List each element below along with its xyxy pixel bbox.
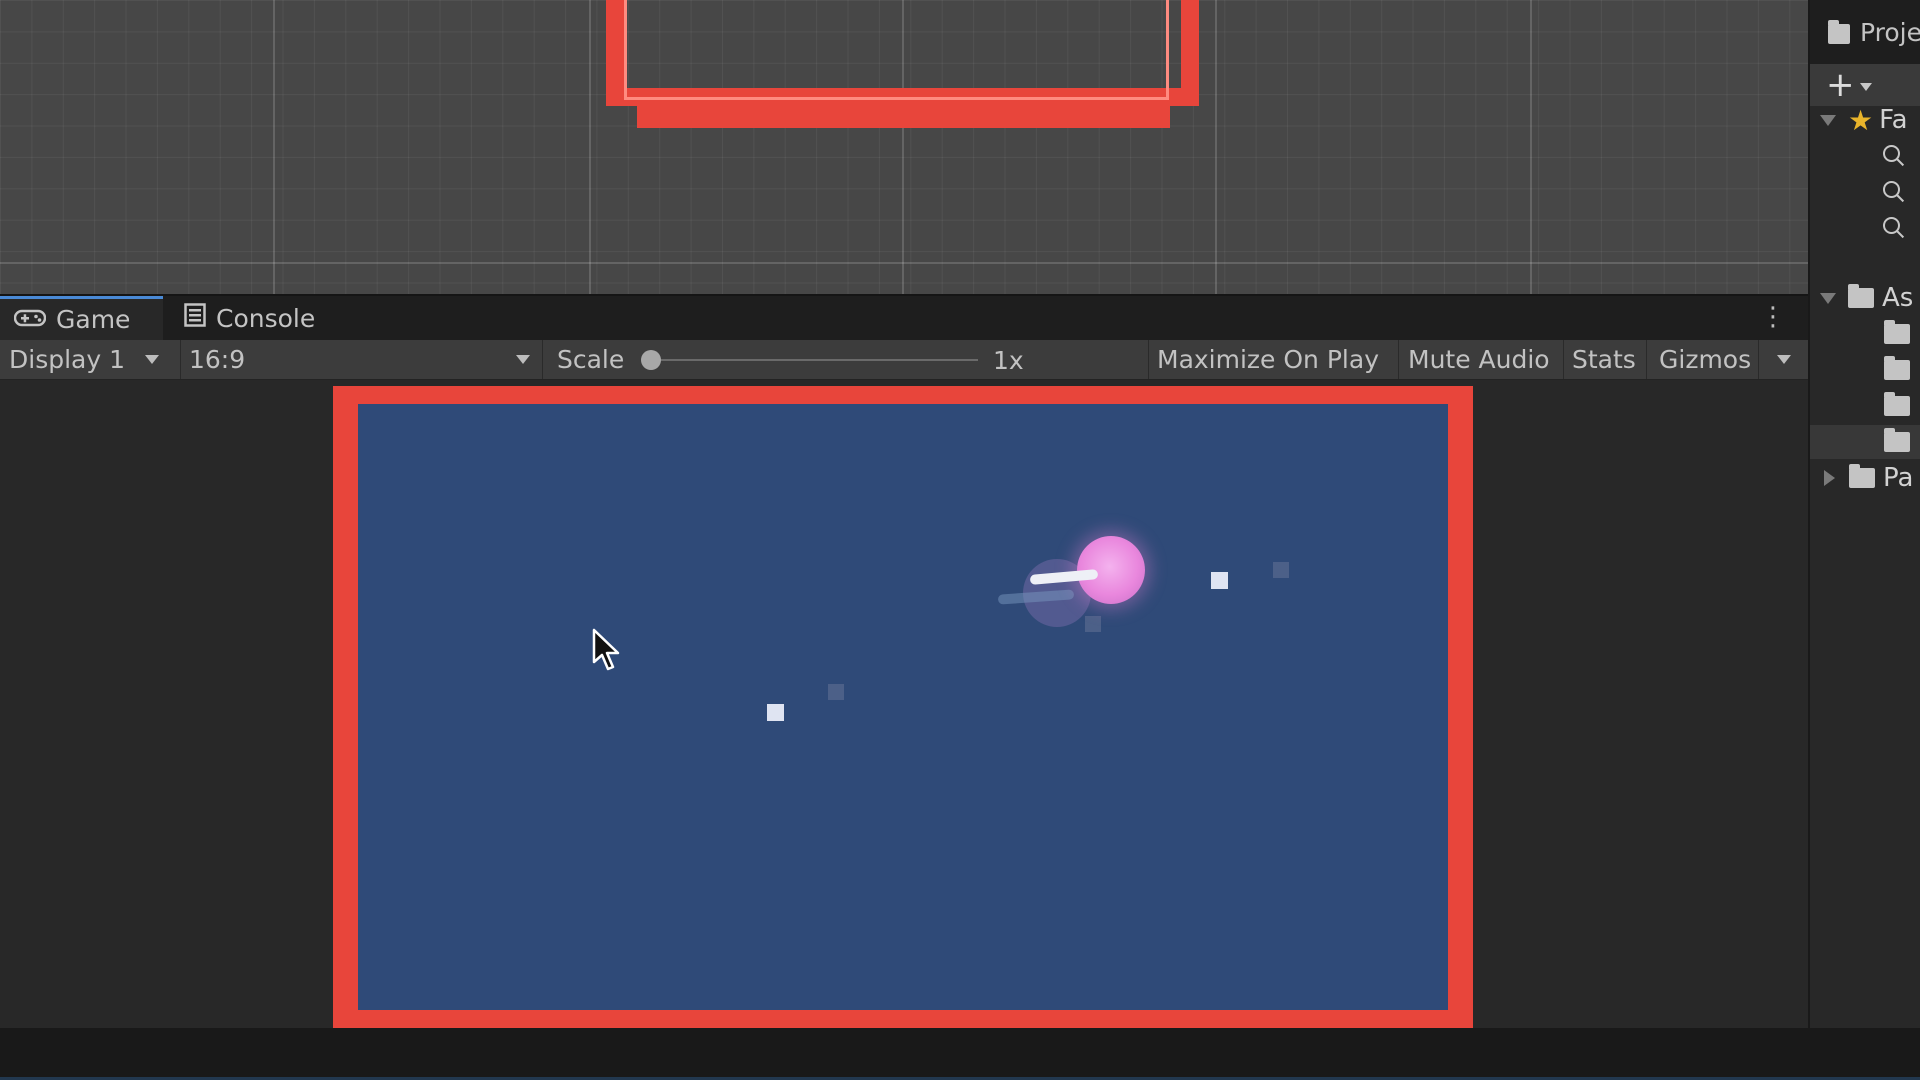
- search-icon: [1883, 217, 1905, 239]
- game-canvas[interactable]: [358, 404, 1448, 1010]
- collapse-triangle-icon[interactable]: [1820, 292, 1836, 304]
- expand-triangle-icon[interactable]: [1824, 470, 1835, 486]
- tree-item-favorites[interactable]: ★ Fa: [1810, 103, 1920, 137]
- tree-item-assets[interactable]: As: [1810, 281, 1920, 315]
- camera-frame-inner-outline: [624, 0, 1169, 100]
- star-icon: ★: [1848, 103, 1874, 137]
- scale-value: 1x: [993, 346, 1024, 375]
- folder-icon: [1849, 464, 1875, 488]
- tab-game-label: Game: [56, 305, 131, 334]
- display-dropdown-value: Display 1: [9, 345, 126, 374]
- gizmos-toggle[interactable]: Gizmos: [1646, 340, 1758, 379]
- tree-item-label: Pa: [1883, 463, 1914, 493]
- grid-line: [1530, 0, 1532, 294]
- tree-item-search[interactable]: [1810, 139, 1920, 173]
- camera-frame-shadow: [637, 106, 1170, 128]
- game-viewport[interactable]: [0, 380, 1808, 1028]
- search-icon: [1883, 181, 1905, 203]
- tree-item-search[interactable]: [1810, 175, 1920, 209]
- tree-item-folder[interactable]: [1810, 389, 1920, 423]
- particle-square: [767, 704, 784, 721]
- tab-game[interactable]: Game: [0, 296, 163, 340]
- stats-label: Stats: [1572, 345, 1636, 374]
- project-toolbar: +: [1810, 64, 1920, 106]
- maximize-on-play-label: Maximize On Play: [1157, 345, 1379, 374]
- grid-line: [273, 0, 275, 294]
- tree-item-folder[interactable]: [1810, 317, 1920, 351]
- panel-tab-bar: Game Console ⋮: [0, 294, 1808, 340]
- chevron-down-icon: [1776, 355, 1791, 364]
- particle-square: [828, 684, 844, 700]
- scale-label: Scale: [557, 345, 625, 374]
- game-panel: Game Console ⋮ Display 1 16:9 Scale 1x M…: [0, 294, 1808, 1028]
- mute-audio-label: Mute Audio: [1408, 345, 1550, 374]
- display-dropdown[interactable]: Display 1: [0, 340, 180, 379]
- tree-item-label: Fa: [1879, 105, 1908, 135]
- folder-icon: [1884, 356, 1910, 380]
- folder-icon: [1884, 320, 1910, 344]
- scale-slider-handle[interactable]: [641, 350, 661, 370]
- search-icon: [1883, 145, 1905, 167]
- chevron-down-icon: [516, 355, 530, 364]
- game-toolbar: Display 1 16:9 Scale 1x Maximize On Play…: [0, 340, 1808, 380]
- collapse-triangle-icon[interactable]: [1820, 114, 1836, 126]
- mouse-cursor-icon: [592, 628, 622, 676]
- scene-view[interactable]: [0, 0, 1808, 294]
- tree-item-folder[interactable]: [1810, 353, 1920, 387]
- aspect-dropdown-value: 16:9: [189, 345, 246, 374]
- chevron-down-icon[interactable]: [1860, 83, 1872, 91]
- particle-square: [1211, 572, 1228, 589]
- tab-console-label: Console: [216, 303, 316, 333]
- tree-item-search[interactable]: [1810, 211, 1920, 245]
- tree-item-folder[interactable]: [1810, 425, 1920, 459]
- project-panel: Proje + ★ Fa As Pa: [1808, 0, 1920, 1028]
- gizmos-dropdown[interactable]: [1758, 340, 1808, 379]
- console-icon: [184, 303, 206, 333]
- particle-square: [1085, 616, 1101, 632]
- tab-project[interactable]: Proje: [1810, 0, 1920, 64]
- game-highlight-frame: [333, 386, 1473, 1028]
- particle-square: [1273, 562, 1289, 578]
- tree-item-packages[interactable]: Pa: [1810, 461, 1920, 495]
- chevron-down-icon: [145, 355, 160, 364]
- folder-open-icon: [1848, 284, 1874, 308]
- gizmos-label: Gizmos: [1659, 345, 1752, 374]
- grid-line: [589, 0, 591, 294]
- maximize-on-play-toggle[interactable]: Maximize On Play: [1148, 340, 1398, 379]
- stats-toggle[interactable]: Stats: [1563, 340, 1646, 379]
- mute-audio-toggle[interactable]: Mute Audio: [1398, 340, 1563, 379]
- scale-slider-track[interactable]: [650, 359, 978, 361]
- kebab-menu-icon[interactable]: ⋮: [1760, 302, 1786, 332]
- tab-project-label: Proje: [1860, 17, 1920, 47]
- gamepad-icon: [13, 305, 47, 334]
- tree-item-label: As: [1882, 283, 1914, 313]
- grid-line: [0, 262, 1808, 264]
- folder-icon: [1884, 392, 1910, 416]
- aspect-dropdown[interactable]: 16:9: [180, 340, 542, 379]
- folder-icon: [1828, 20, 1850, 44]
- folder-icon: [1884, 428, 1910, 452]
- status-bar: [0, 1028, 1920, 1080]
- tab-console[interactable]: Console: [170, 296, 350, 340]
- plus-icon[interactable]: +: [1826, 68, 1855, 102]
- grid-line: [1215, 0, 1217, 294]
